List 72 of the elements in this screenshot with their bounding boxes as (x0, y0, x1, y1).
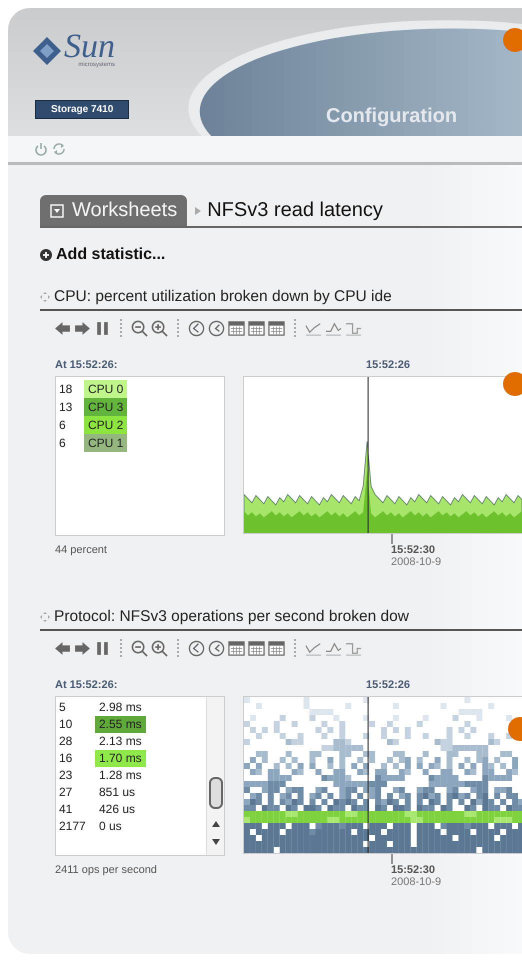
breakdown-value: 23 (59, 767, 74, 784)
breakdown-value: 2177 (59, 818, 87, 835)
tick-time: 15:52:30 (391, 544, 436, 556)
statistic-title: CPU: percent utilization broken down by CPU ide (54, 288, 392, 306)
breakdown-label[interactable]: CPU 2 (84, 416, 128, 434)
breakdown-label[interactable]: CPU 3 (84, 398, 128, 416)
breakdown-label[interactable]: 426 us (95, 801, 140, 818)
breakdown-label[interactable]: 2.98 ms (95, 699, 146, 716)
tick-time: 15:52:30 (391, 864, 436, 876)
calendar-icon[interactable] (228, 320, 245, 336)
tick-date: 2008-10-9 (391, 876, 442, 888)
breakdown-value: 41 (59, 801, 74, 818)
worksheet-title: NFSv3 read latency (207, 199, 383, 222)
breakdown-value: 5 (59, 699, 67, 716)
scrollbar[interactable] (206, 697, 224, 855)
breakdown-label[interactable]: 2.55 ms (95, 716, 146, 733)
breakdown-value: 28 (59, 733, 74, 750)
clock-icon[interactable] (208, 320, 225, 336)
breakdown-value: 6 (59, 435, 67, 452)
scroll-up-icon[interactable] (212, 821, 220, 827)
zoom-out-icon[interactable] (131, 640, 148, 656)
back-arrow-icon[interactable] (54, 320, 71, 336)
pause-icon[interactable] (94, 640, 111, 656)
breakdown-value: 16 (59, 750, 74, 767)
calendar-icon[interactable] (248, 640, 265, 656)
calendar-icon[interactable] (228, 640, 245, 656)
back-arrow-icon[interactable] (54, 640, 71, 656)
breakdown-label[interactable]: 851 us (95, 784, 140, 801)
separator-icon (195, 206, 202, 214)
forward-arrow-icon[interactable] (74, 320, 91, 336)
scroll-down-icon[interactable] (212, 839, 220, 845)
breakdown-value: 18 (59, 381, 74, 398)
add-statistic-button[interactable]: Add statistic... (40, 246, 166, 264)
menu-box-icon (50, 204, 64, 218)
tick-mark (391, 534, 393, 544)
breakdown-value: 6 (59, 417, 67, 434)
total-label: 44 percent (55, 544, 108, 556)
breakdown-label[interactable]: 1.28 ms (95, 767, 146, 784)
clock-icon[interactable] (188, 640, 205, 656)
cursor-time: 15:52:26 (366, 359, 412, 371)
breakdown-label[interactable]: CPU 0 (84, 380, 128, 398)
logo-text: Sun (64, 32, 115, 62)
pause-icon[interactable] (94, 320, 111, 336)
zoom-in-icon[interactable] (151, 640, 168, 656)
section-title: Configuration (326, 105, 458, 128)
calendar-icon[interactable] (268, 640, 285, 656)
zoom-out-icon[interactable] (131, 320, 148, 336)
time-label: At 15:52:26: (55, 679, 118, 691)
clock-icon[interactable] (208, 640, 225, 656)
breakdown-label[interactable]: 0 us (95, 818, 126, 835)
breakdown-value: 10 (59, 716, 74, 733)
tick-date: 2008-10-9 (391, 556, 442, 568)
breakdown-label[interactable]: 2.13 ms (95, 733, 146, 750)
forward-arrow-icon[interactable] (74, 640, 91, 656)
statistic-title: Protocol: NFSv3 operations per second broken dow (54, 608, 409, 626)
time-label: At 15:52:26: (55, 359, 118, 371)
breakdown-label[interactable]: CPU 1 (84, 434, 128, 452)
zoom-in-icon[interactable] (151, 320, 168, 336)
logo-icon (32, 36, 62, 66)
breakdown-value: 13 (59, 399, 74, 416)
breakdown-label[interactable]: 1.70 ms (95, 750, 146, 767)
product-badge: Storage 7410 (35, 100, 130, 119)
calendar-icon[interactable] (248, 320, 265, 336)
total-label: 2411 ops per second (55, 864, 158, 876)
tick-mark (391, 854, 393, 864)
cursor-time: 15:52:26 (366, 679, 412, 691)
breakdown-value: 27 (59, 784, 74, 801)
clock-icon[interactable] (188, 320, 205, 336)
worksheets-tab[interactable]: Worksheets (40, 195, 188, 226)
plus-icon (40, 249, 52, 261)
calendar-icon[interactable] (268, 320, 285, 336)
scroll-thumb[interactable] (208, 777, 222, 809)
